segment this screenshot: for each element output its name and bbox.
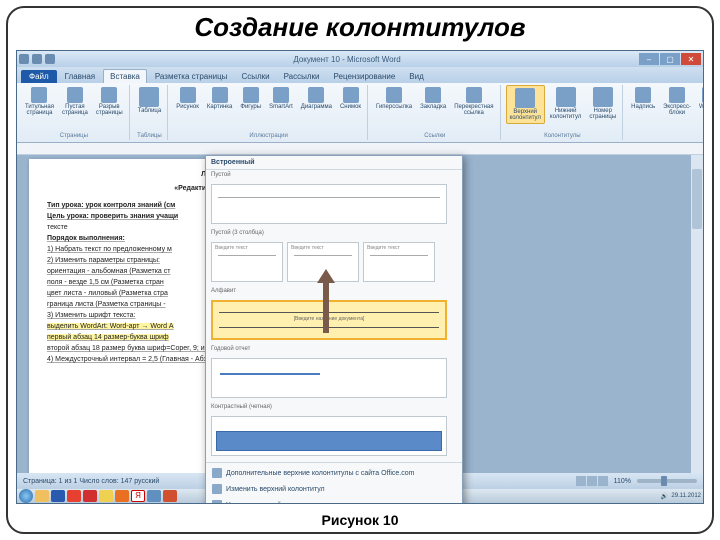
- redo-icon[interactable]: [45, 54, 55, 64]
- undo-icon[interactable]: [32, 54, 42, 64]
- group-illus-label: Иллюстрации: [173, 133, 364, 140]
- gallery-austere-label: Контрастный (четная): [206, 402, 462, 412]
- page-break-button[interactable]: Разрыв страницы: [93, 85, 126, 118]
- task-chrome-icon[interactable]: [99, 490, 113, 502]
- header-template-alphabet[interactable]: [Введите название документа]: [211, 300, 447, 340]
- group-text-label: Текст: [628, 133, 704, 140]
- header-gallery-popup: Встроенный Пустой Пустой (3 столбца) Вве…: [205, 155, 463, 504]
- header-template-col3[interactable]: Введите текст: [363, 242, 435, 282]
- hyperlink-button[interactable]: Гиперссылка: [373, 85, 415, 112]
- edit-icon: [212, 484, 222, 494]
- system-tray[interactable]: 🔊 29.11.2012: [661, 493, 701, 500]
- zoom-handle[interactable]: [661, 476, 667, 486]
- tray-network-icon[interactable]: 🔊: [661, 493, 668, 500]
- header-template-annual[interactable]: [211, 358, 447, 398]
- screenshot-button[interactable]: Снимок: [337, 85, 364, 112]
- group-tables-label: Таблицы: [135, 133, 165, 140]
- gallery-blank-label: Пустой: [206, 170, 462, 180]
- group-tables: Таблица Таблицы: [132, 85, 169, 140]
- header-template-austere[interactable]: [211, 416, 447, 456]
- tab-insert[interactable]: Вставка: [103, 69, 147, 83]
- titlebar: Документ 10 - Microsoft Word – ▢ ✕: [17, 51, 703, 67]
- maximize-button[interactable]: ▢: [660, 53, 680, 65]
- group-links-label: Ссылки: [373, 133, 496, 140]
- gallery-blank3-label: Пустой (3 столбца): [206, 228, 462, 238]
- header-button[interactable]: Верхний колонтитул: [506, 85, 545, 124]
- minimize-button[interactable]: –: [639, 53, 659, 65]
- chart-button[interactable]: Диаграмма: [298, 85, 335, 112]
- tab-home[interactable]: Главная: [59, 70, 101, 83]
- group-links: Гиперссылка Закладка Перекрестная ссылка…: [370, 85, 500, 140]
- view-buttons[interactable]: [576, 476, 608, 486]
- group-pages-label: Страницы: [22, 133, 126, 140]
- tab-references[interactable]: Ссылки: [235, 70, 275, 83]
- tab-view[interactable]: Вид: [403, 70, 429, 83]
- tab-review[interactable]: Рецензирование: [328, 70, 402, 83]
- ribbon-insert: Титульная страница Пустая страница Разры…: [17, 83, 703, 143]
- task-firefox-icon[interactable]: [115, 490, 129, 502]
- gallery-annual-label: Годовой отчет: [206, 344, 462, 354]
- header-template-col1[interactable]: Введите текст: [211, 242, 283, 282]
- quickparts-button[interactable]: Экспресс-блоки: [660, 85, 694, 118]
- group-header-footer: Верхний колонтитул Нижний колонтитул Ном…: [503, 85, 624, 140]
- start-button[interactable]: [19, 489, 33, 503]
- group-text: Надпись Экспресс-блоки WordArt Буквица С…: [625, 85, 704, 140]
- tray-clock[interactable]: 29.11.2012: [671, 493, 701, 499]
- status-left: Страница: 1 из 1 Число слов: 147 русский: [23, 478, 159, 485]
- gallery-section-builtin: Встроенный: [206, 156, 462, 170]
- wordart-button[interactable]: WordArt: [696, 85, 704, 112]
- vertical-scrollbar[interactable]: [691, 155, 703, 473]
- quick-access-toolbar: [19, 54, 55, 64]
- scrollbar-thumb[interactable]: [692, 169, 702, 229]
- more-headers-item[interactable]: Дополнительные верхние колонтитулы с сай…: [206, 465, 462, 481]
- bookmark-button[interactable]: Закладка: [417, 85, 449, 112]
- task-app-icon[interactable]: [147, 490, 161, 502]
- group-hf-label: Колонтитулы: [506, 133, 620, 140]
- word-app-window: Документ 10 - Microsoft Word – ▢ ✕ Файл …: [16, 50, 704, 504]
- smartart-button[interactable]: SmartArt: [266, 85, 296, 112]
- footer-button[interactable]: Нижний колонтитул: [547, 85, 584, 122]
- tab-layout[interactable]: Разметка страницы: [149, 70, 234, 83]
- task-powerpoint-icon[interactable]: [163, 490, 177, 502]
- gallery-alphabet-label: Алфавит: [206, 286, 462, 296]
- crossref-button[interactable]: Перекрестная ссылка: [451, 85, 496, 118]
- header-template-col2[interactable]: Введите текст: [287, 242, 359, 282]
- clipart-button[interactable]: Картинка: [204, 85, 236, 112]
- window-title: Документ 10 - Microsoft Word: [55, 55, 639, 64]
- tab-file[interactable]: Файл: [21, 70, 57, 83]
- group-illustrations: Рисунок Картинка Фигуры SmartArt Диаграм…: [170, 85, 368, 140]
- blank-page-button[interactable]: Пустая страница: [59, 85, 91, 118]
- ribbon-tabs: Файл Главная Вставка Разметка страницы С…: [17, 67, 703, 83]
- edit-header-item[interactable]: Изменить верхний колонтитул: [206, 481, 462, 497]
- page-number-button[interactable]: Номер страницы: [586, 85, 619, 122]
- task-word-icon[interactable]: [51, 490, 65, 502]
- slide-title: Создание колонтитулов: [8, 8, 712, 45]
- remove-header-item[interactable]: Удалить верхний колонтитул: [206, 497, 462, 504]
- table-button[interactable]: Таблица: [135, 85, 165, 116]
- task-y-icon[interactable]: Я: [131, 490, 145, 502]
- zoom-percent[interactable]: 110%: [614, 478, 631, 485]
- remove-icon: [212, 500, 222, 504]
- task-yandex-icon[interactable]: [67, 490, 81, 502]
- office-icon: [212, 468, 222, 478]
- task-explorer-icon[interactable]: [35, 490, 49, 502]
- shapes-button[interactable]: Фигуры: [237, 85, 264, 112]
- tab-mailings[interactable]: Рассылки: [278, 70, 326, 83]
- group-pages: Титульная страница Пустая страница Разры…: [19, 85, 130, 140]
- textbox-button[interactable]: Надпись: [628, 85, 658, 112]
- horizontal-ruler[interactable]: [17, 143, 703, 155]
- close-button[interactable]: ✕: [681, 53, 701, 65]
- picture-button[interactable]: Рисунок: [173, 85, 202, 112]
- slide-caption: Рисунок 10: [8, 512, 712, 528]
- zoom-slider[interactable]: [637, 479, 697, 483]
- cover-page-button[interactable]: Титульная страница: [22, 85, 57, 118]
- header-template-blank[interactable]: [211, 184, 447, 224]
- task-opera-icon[interactable]: [83, 490, 97, 502]
- save-icon[interactable]: [19, 54, 29, 64]
